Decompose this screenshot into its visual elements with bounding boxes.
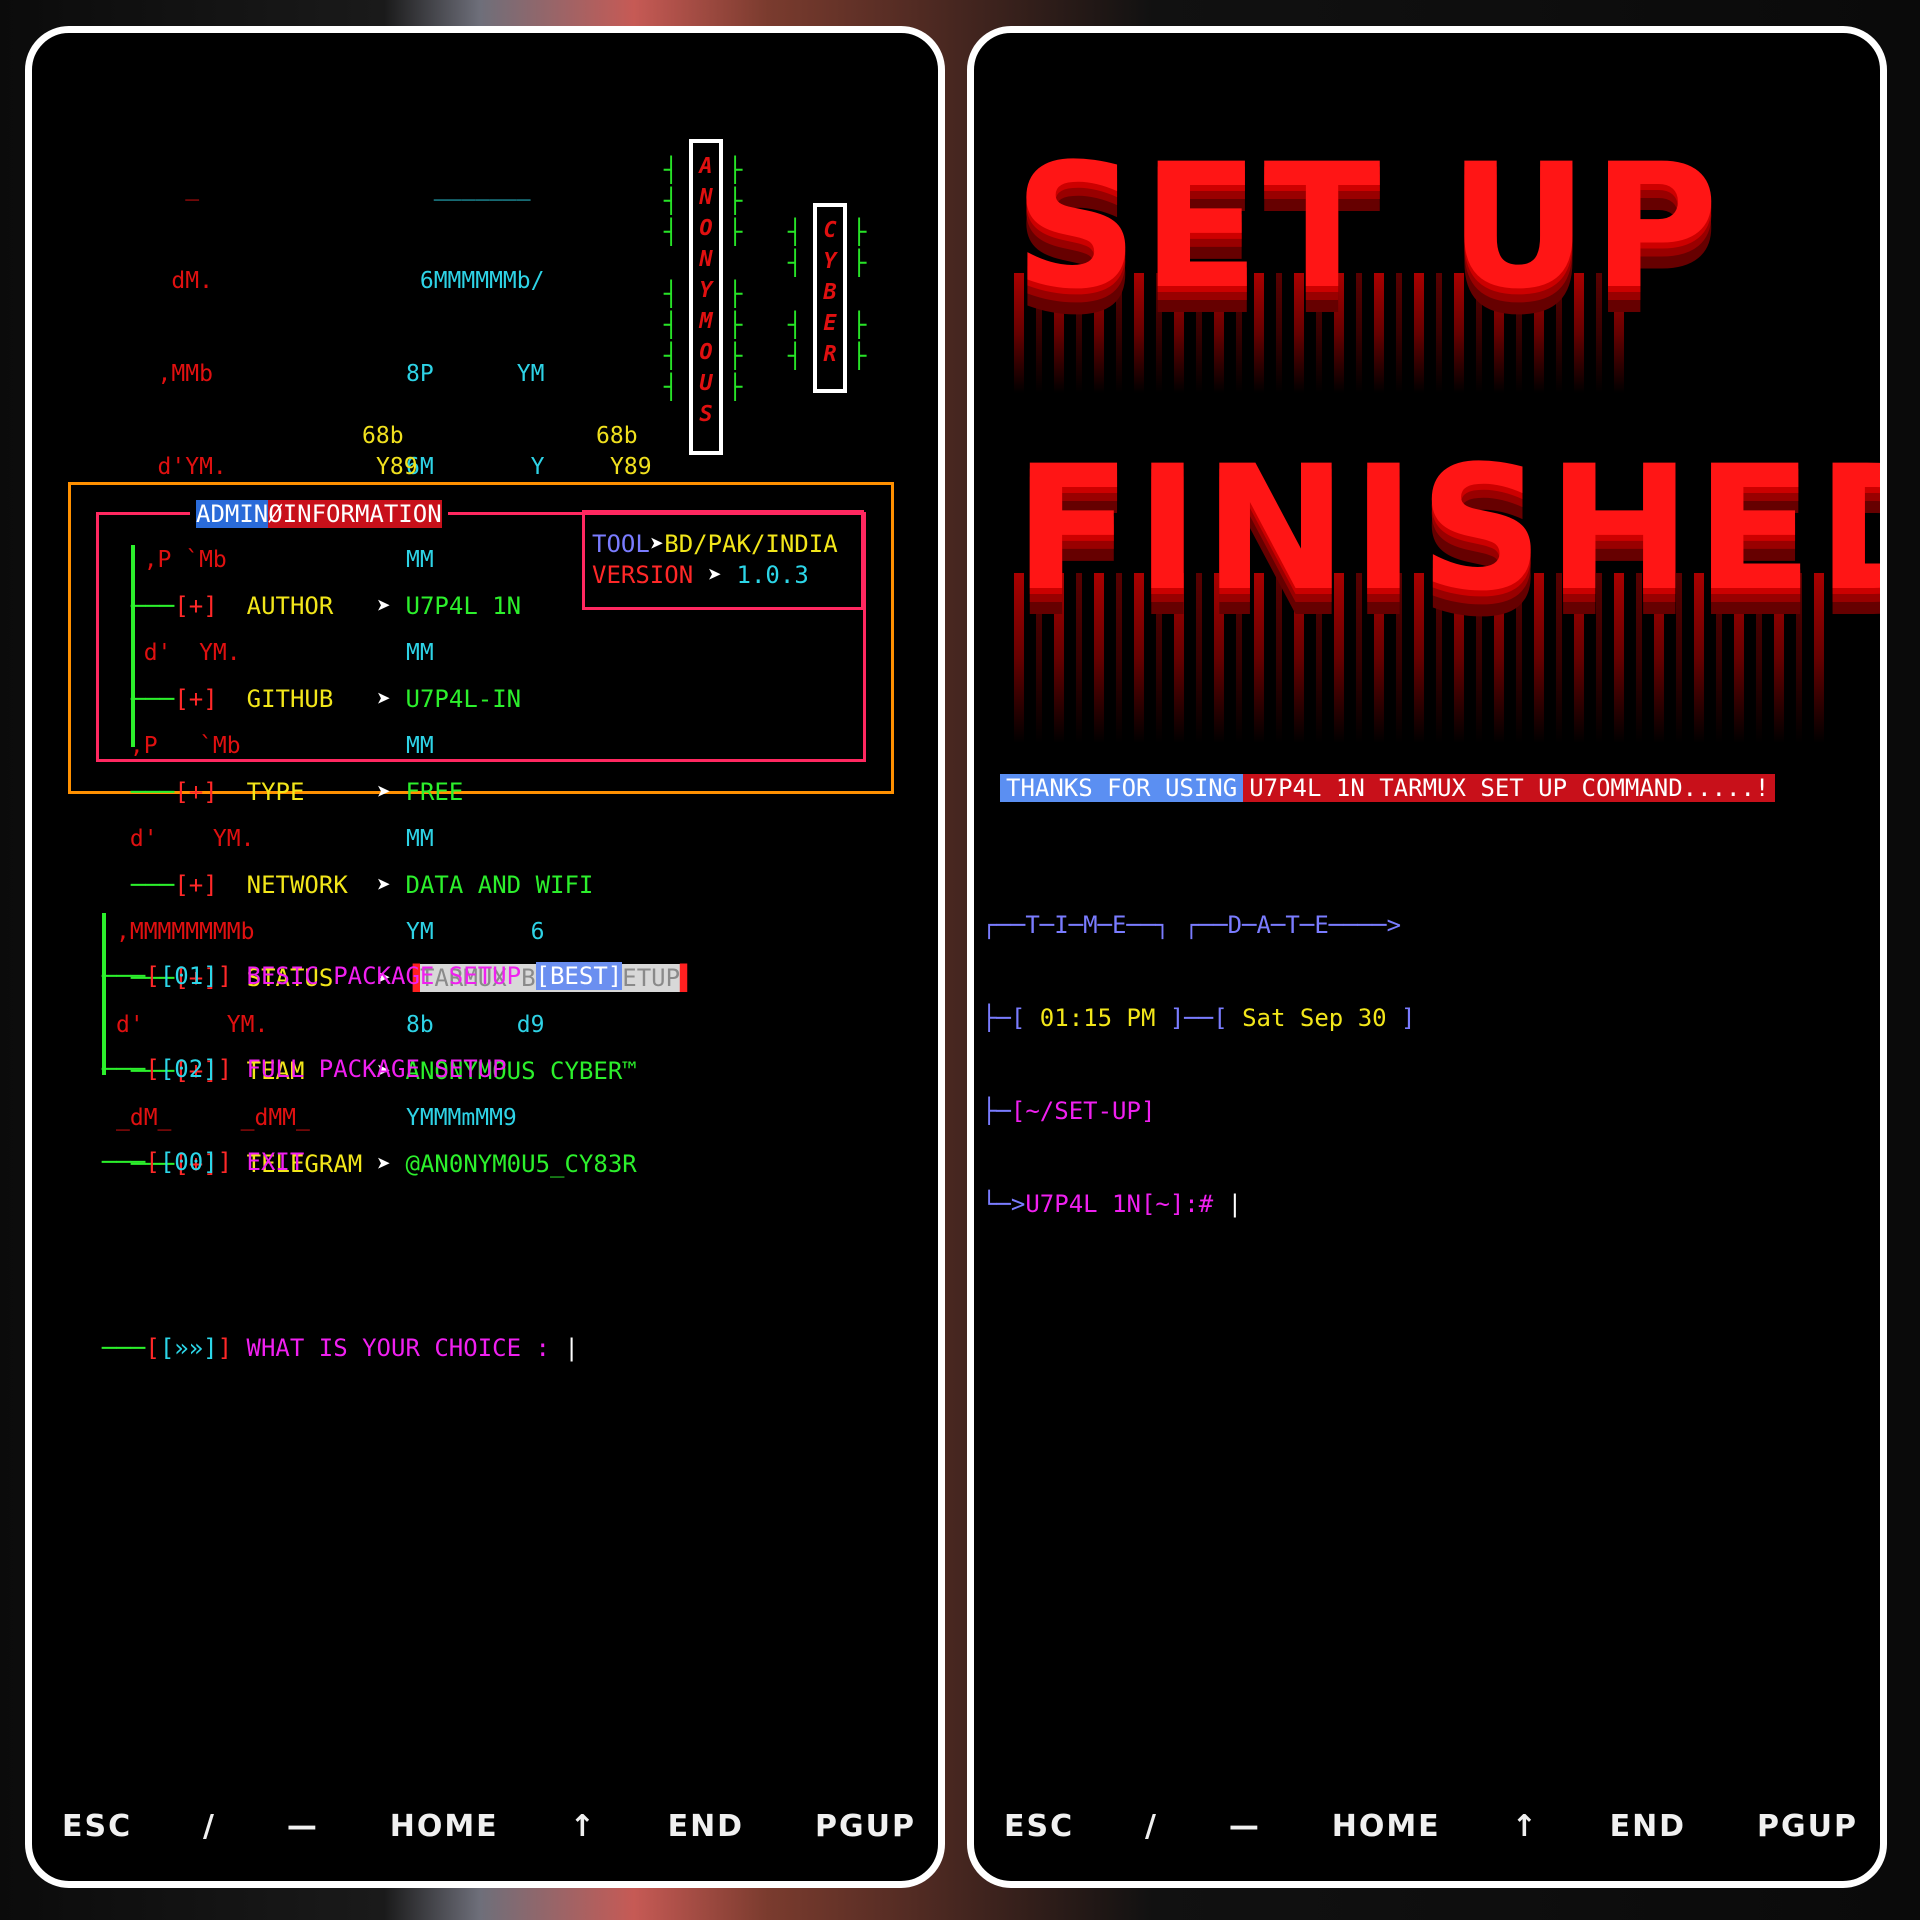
badge-letter: M <box>699 309 713 334</box>
info-row-author: ───[+] AUTHOR ➤ U7P4L 1N <box>131 592 522 620</box>
menu-label[interactable]: EXIT <box>247 1148 305 1176</box>
headline-setup: SET UP <box>1014 126 1723 327</box>
art-line: 6MMMMMMb/ <box>406 268 545 294</box>
info-value: DATA AND WIFI <box>405 871 594 899</box>
text-cursor[interactable]: | <box>564 1334 578 1362</box>
key-dash[interactable]: — <box>287 1809 319 1849</box>
thanks-message: U7P4L 1N TARMUX SET UP COMMAND.....! <box>1243 774 1776 802</box>
info-row-github: ───[+] GITHUB ➤ U7P4L-IN <box>131 685 522 713</box>
info-key: TYPE <box>246 778 305 806</box>
thanks-label: THANKS FOR USING <box>1000 774 1244 802</box>
arrow-icon: ➤ <box>376 592 406 620</box>
art-line: 8P YM <box>406 361 545 387</box>
menu-item-full-setup[interactable]: ───[[02]] FULL PACKAGE SETUP <box>102 1054 622 1085</box>
arrow-icon: ➤ <box>707 561 723 589</box>
badge-letter: O <box>699 216 713 241</box>
date-value: Sat Sep 30 <box>1242 1004 1387 1032</box>
text-cursor[interactable]: | <box>1228 1190 1242 1218</box>
badge-letter: N <box>699 247 713 272</box>
key-end[interactable]: END <box>668 1809 745 1849</box>
arrow-icon: ➤ <box>376 871 406 899</box>
path-row: ├─[~/SET-UP] <box>982 1097 1156 1125</box>
right-terminal-panel[interactable]: SET UP FINISHED THANKS FOR USING U7P4L 1N… <box>967 26 1887 1888</box>
choice-prompt[interactable]: ───[[»»]] WHAT IS YOUR CHOICE : | <box>102 1333 622 1364</box>
key-end[interactable]: END <box>1610 1809 1687 1849</box>
key-home[interactable]: HOME <box>390 1809 499 1849</box>
extra-keys-bar: ESC / — HOME ↑ END PGUP <box>32 1809 938 1849</box>
info-title-information: ØINFORMATION <box>268 500 442 528</box>
badge-bracket: ├ ├ ├ ├ ├ ├ ├ <box>728 156 743 401</box>
arrow-icon: ➤ <box>376 778 406 806</box>
key-esc[interactable]: ESC <box>62 1809 132 1849</box>
shell-prompt[interactable]: └─>U7P4L 1N[~]:# | <box>982 1189 1416 1220</box>
info-title: ADMINØINFORMATION <box>190 499 448 530</box>
badge-bracket: ┤ ┤ ┤ ┤ ┤ ┤ ┤ <box>664 156 679 401</box>
badge-letter: Y <box>823 249 837 274</box>
key-pgup[interactable]: PGUP <box>1757 1809 1858 1849</box>
version-value: 1.0.3 <box>736 561 809 589</box>
menu-item-basic-setup[interactable]: ───[[01]] BESIC PACKAGE SETUP [BEST] <box>102 961 623 992</box>
badge-bracket: ├ ├ ├ ├ <box>852 218 867 370</box>
badge-letter: B <box>823 280 837 305</box>
art-line: d'YM. <box>116 454 227 480</box>
badge-bracket: ┤ ┤ ┤ ┤ <box>788 218 803 370</box>
menu-label[interactable]: BESIC PACKAGE SETUP <box>247 962 522 990</box>
key-slash[interactable]: / <box>203 1809 216 1849</box>
art-line: _ <box>116 175 200 201</box>
menu-item-exit[interactable]: ───[[00]] EXIT <box>102 1147 622 1178</box>
main-menu: ───[[01]] BESIC PACKAGE SETUP [BEST] ───… <box>102 899 623 1426</box>
badge-letter: O <box>699 340 713 365</box>
key-pgup[interactable]: PGUP <box>815 1809 916 1849</box>
badge-letter: A <box>699 154 713 179</box>
art-yellow: Y89 <box>610 454 652 480</box>
menu-label[interactable]: FULL PACKAGE SETUP <box>247 1055 507 1083</box>
key-up-arrow-icon[interactable]: ↑ <box>1512 1809 1539 1849</box>
badge-letter: C <box>823 218 837 243</box>
key-up-arrow-icon[interactable]: ↑ <box>570 1809 597 1849</box>
thanks-banner: THANKS FOR USING U7P4L 1N TARMUX SET UP C… <box>1000 773 1776 804</box>
art-yellow: 68b <box>362 423 404 449</box>
art-line: _______ <box>406 175 531 201</box>
cyber-badge: C Y B E R <box>813 203 847 393</box>
info-title-admin: ADMIN <box>196 500 269 528</box>
badge-letter: R <box>823 342 837 367</box>
key-esc[interactable]: ESC <box>1004 1809 1074 1849</box>
current-path: [~/SET-UP] <box>1010 1097 1156 1125</box>
art-line: ,MMb <box>116 361 213 387</box>
prompt-block: ┌──T─I─M─E──┐ ┌──D─A─T─E────> ├─[ 01:15 … <box>982 848 1416 1282</box>
extra-keys-bar: ESC / — HOME ↑ END PGUP <box>974 1809 1880 1849</box>
badge-letter: N <box>699 185 713 210</box>
best-badge: [BEST] <box>535 962 623 990</box>
info-key: GITHUB <box>246 685 334 713</box>
headline-finished: FINISHED <box>1014 428 1887 629</box>
art-yellow: 68b <box>596 423 638 449</box>
art-line: dM. <box>116 268 213 294</box>
info-value: U7P4L-IN <box>405 685 522 713</box>
time-date-row: ├─[ 01:15 PM ]──[ Sat Sep 30 ] <box>982 1004 1416 1032</box>
art-yellow: Y89 <box>376 454 418 480</box>
prompt-text: WHAT IS YOUR CHOICE : <box>246 1334 550 1362</box>
key-slash[interactable]: / <box>1145 1809 1158 1849</box>
info-row-type: ───[+] TYPE ➤ FREE <box>131 778 464 806</box>
info-key: AUTHOR <box>246 592 334 620</box>
info-key: NETWORK <box>246 871 348 899</box>
left-terminal-panel[interactable]: _ dM. ,MMb d'YM. ,P `Mb d' YM. ,P `Mb d'… <box>25 26 945 1888</box>
badge-letter: Y <box>699 278 713 303</box>
anonymous-badge: A N O N Y M O U S <box>689 139 723 455</box>
badge-letter: E <box>823 311 837 336</box>
badge-letter: S <box>699 402 713 427</box>
art-line: 6M Y <box>406 454 545 480</box>
time-value: 01:15 PM <box>1039 1004 1156 1032</box>
key-home[interactable]: HOME <box>1332 1809 1441 1849</box>
prompt-user: U7P4L 1N <box>1025 1190 1141 1218</box>
info-value: U7P4L 1N <box>405 592 522 620</box>
badge-letter: U <box>699 371 713 396</box>
info-value: FREE <box>405 778 464 806</box>
arrow-icon: ➤ <box>376 685 406 713</box>
key-dash[interactable]: — <box>1229 1809 1261 1849</box>
info-row-network: ───[+] NETWORK ➤ DATA AND WIFI <box>131 871 594 899</box>
time-date-header: ┌──T─I─M─E──┐ ┌──D─A─T─E────> <box>982 911 1402 939</box>
